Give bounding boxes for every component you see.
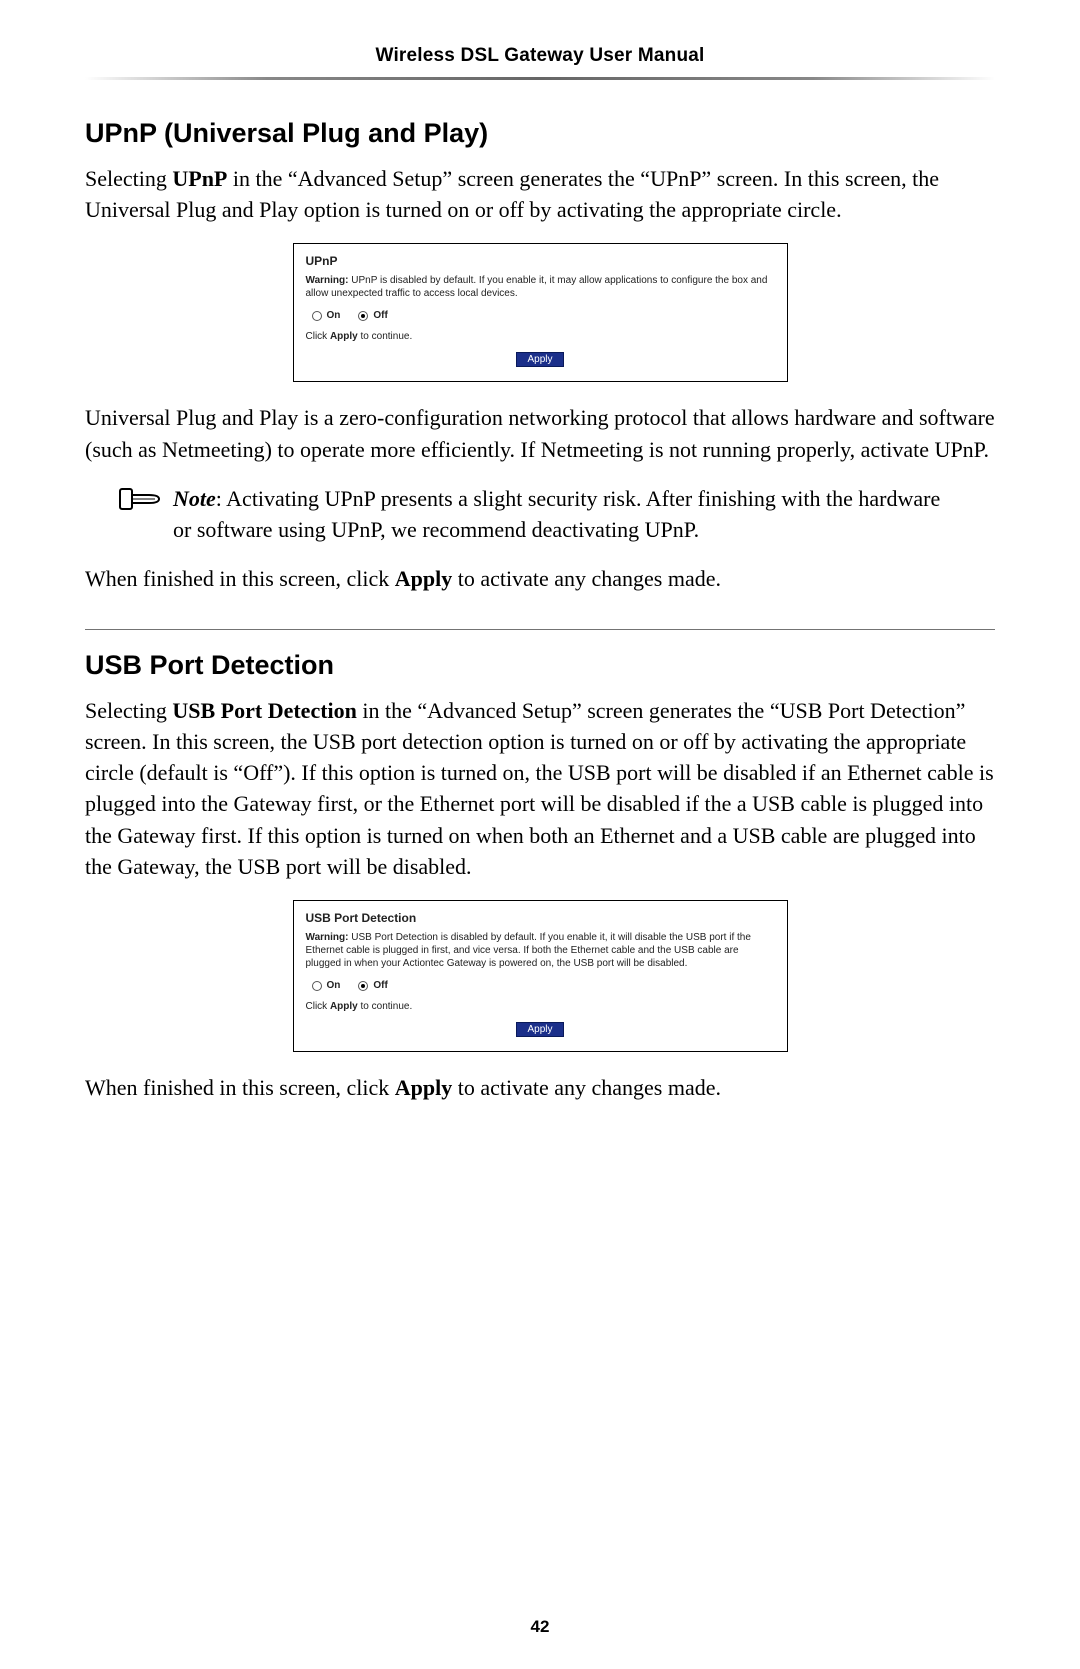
upnp-radio-group: On Off [312,310,775,321]
upnp-section: UPnP (Universal Plug and Play) Selecting… [85,118,995,595]
usb-radio-on[interactable]: On [312,980,341,991]
apply-wrap: Apply [306,1022,775,1037]
warning-label: Warning: [306,932,349,943]
instr-suffix: to continue. [358,1001,412,1012]
section-divider [85,629,995,630]
radio-icon [312,981,322,991]
pointing-hand-icon [119,485,161,545]
upnp-heading: UPnP (Universal Plug and Play) [85,118,995,149]
radio-icon [358,311,368,321]
upnp-ss-warning: Warning: UPnP is disabled by default. If… [306,274,775,300]
upnp-screenshot-container: UPnP Warning: UPnP is disabled by defaul… [85,243,995,382]
usb-radio-off[interactable]: Off [358,980,387,991]
instr-suffix: to continue. [358,331,412,342]
page-number: 42 [0,1617,1080,1637]
radio-off-label: Off [373,310,387,321]
note-label: Note [173,486,216,511]
usb-radio-group: On Off [312,980,775,991]
usb-ss-title: USB Port Detection [306,911,775,925]
upnp-description: Universal Plug and Play is a zero-config… [85,402,995,464]
usb-screenshot: USB Port Detection Warning: USB Port Det… [293,900,788,1052]
radio-icon [312,311,322,321]
warning-text: UPnP is disabled by default. If you enab… [306,275,768,299]
upnp-closing: When finished in this screen, click Appl… [85,563,995,594]
upnp-note: Note: Activating UPnP presents a slight … [119,483,995,545]
upnp-intro: Selecting UPnP in the “Advanced Setup” s… [85,163,995,225]
usb-heading: USB Port Detection [85,650,995,681]
usb-section: USB Port Detection Selecting USB Port De… [85,650,995,1104]
upnp-radio-off[interactable]: Off [358,310,387,321]
document-header: Wireless DSL Gateway User Manual [85,45,995,67]
usb-ss-instruction: Click Apply to continue. [306,1001,775,1012]
note-text: Note: Activating UPnP presents a slight … [173,483,955,545]
note-body: : Activating UPnP presents a slight secu… [173,486,940,542]
upnp-ss-instruction: Click Apply to continue. [306,331,775,342]
radio-off-label: Off [373,980,387,991]
instr-bold: Apply [330,331,358,342]
page-container: Wireless DSL Gateway User Manual UPnP (U… [0,0,1080,1103]
radio-on-label: On [327,980,341,991]
upnp-apply-button[interactable]: Apply [516,352,563,367]
apply-wrap: Apply [306,352,775,367]
usb-closing: When finished in this screen, click Appl… [85,1072,995,1103]
header-divider [85,77,995,80]
instr-prefix: Click [306,331,330,342]
upnp-screenshot: UPnP Warning: UPnP is disabled by defaul… [293,243,788,382]
upnp-ss-title: UPnP [306,254,775,268]
warning-label: Warning: [306,275,349,286]
usb-ss-warning: Warning: USB Port Detection is disabled … [306,931,775,970]
usb-apply-button[interactable]: Apply [516,1022,563,1037]
radio-icon [358,981,368,991]
radio-on-label: On [327,310,341,321]
upnp-radio-on[interactable]: On [312,310,341,321]
usb-intro: Selecting USB Port Detection in the “Adv… [85,695,995,882]
instr-bold: Apply [330,1001,358,1012]
warning-text: USB Port Detection is disabled by defaul… [306,932,751,969]
instr-prefix: Click [306,1001,330,1012]
usb-screenshot-container: USB Port Detection Warning: USB Port Det… [85,900,995,1052]
